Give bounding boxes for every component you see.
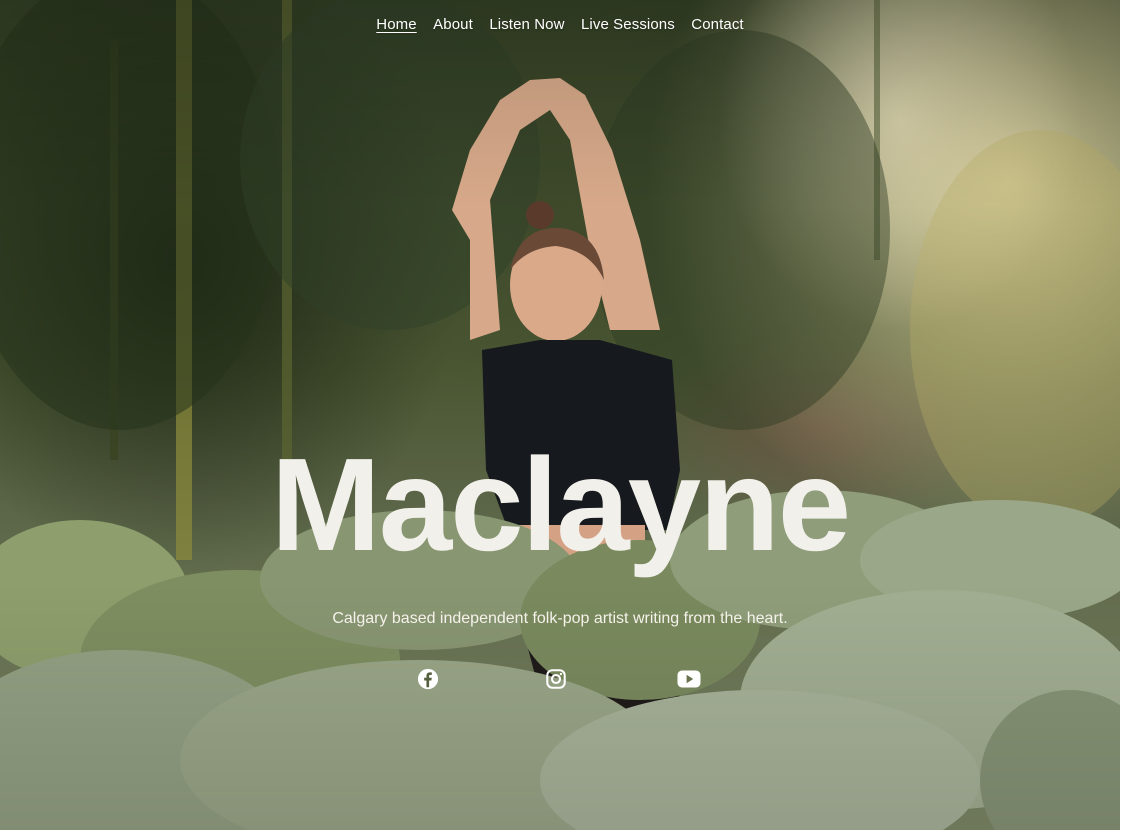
instagram-icon: [546, 669, 566, 689]
nav-contact[interactable]: Contact: [691, 16, 743, 33]
hero-tagline: Calgary based independent folk-pop artis…: [332, 610, 788, 627]
facebook-icon: [417, 668, 439, 690]
hero-overlay: [0, 0, 1120, 830]
artist-name-title: Maclayne: [270, 431, 851, 578]
youtube-link[interactable]: [676, 666, 702, 692]
nav-live-sessions[interactable]: Live Sessions: [581, 16, 675, 33]
nav-home[interactable]: Home: [376, 16, 416, 33]
youtube-icon: [677, 670, 701, 688]
facebook-link[interactable]: [415, 666, 441, 692]
hero-section: Home About Listen Now Live Sessions Cont…: [0, 0, 1122, 832]
instagram-link[interactable]: [543, 666, 569, 692]
nav-listen-now[interactable]: Listen Now: [489, 16, 564, 33]
main-nav: Home About Listen Now Live Sessions Cont…: [0, 16, 1120, 34]
nav-about[interactable]: About: [433, 16, 473, 33]
